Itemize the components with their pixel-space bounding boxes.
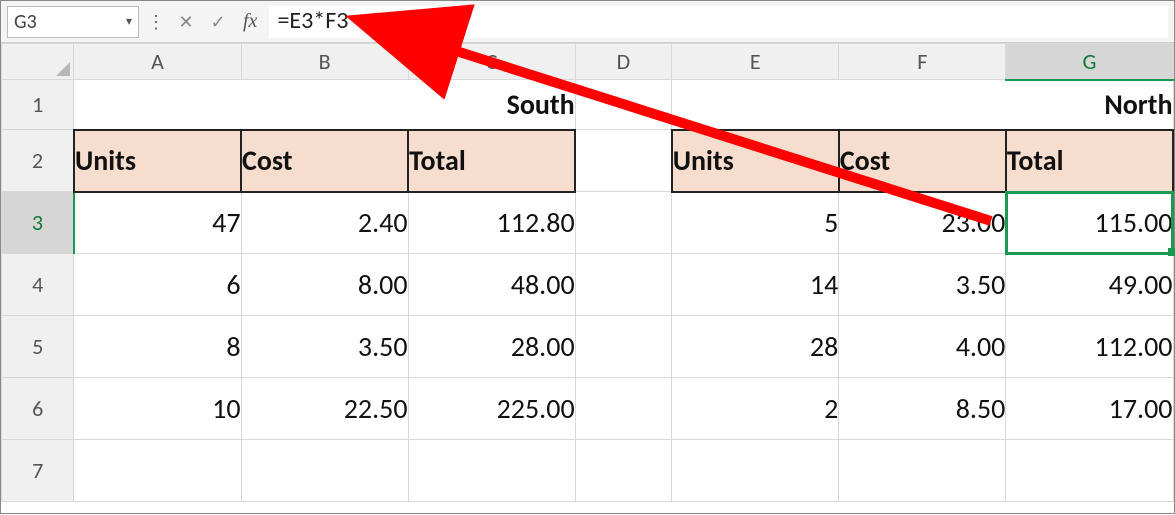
cell-D6[interactable] xyxy=(575,378,672,440)
col-header-A[interactable]: A xyxy=(74,44,241,80)
chevron-down-icon: ▾ xyxy=(126,14,132,29)
row-header-7[interactable]: 7 xyxy=(2,440,74,502)
cell-D2[interactable] xyxy=(575,130,672,192)
col-header-C[interactable]: C xyxy=(408,44,575,80)
cell-G5[interactable]: 112.00 xyxy=(1006,316,1173,378)
cell-G4[interactable]: 49.00 xyxy=(1006,254,1173,316)
check-icon: ✓ xyxy=(210,11,225,33)
name-box[interactable]: G3 ▾ xyxy=(7,6,139,38)
row-header-1[interactable]: 1 xyxy=(2,80,74,130)
cell-D4[interactable] xyxy=(575,254,672,316)
formula-bar-row: G3 ▾ ⋮ ✕ ✓ fx =E3*F3 xyxy=(1,1,1174,43)
cell-C5[interactable]: 28.00 xyxy=(408,316,575,378)
cancel-formula-button[interactable]: ✕ xyxy=(173,9,199,35)
spreadsheet-grid[interactable]: A B C D E F G 1 South North 2 Units Cost… xyxy=(1,43,1174,502)
cell-G6[interactable]: 17.00 xyxy=(1006,378,1173,440)
header-north-total[interactable]: Total xyxy=(1006,130,1173,192)
col-header-B[interactable]: B xyxy=(241,44,408,80)
row-header-4[interactable]: 4 xyxy=(2,254,74,316)
cell-D1[interactable] xyxy=(575,80,672,130)
cell-E6[interactable]: 2 xyxy=(672,378,839,440)
cell-C3[interactable]: 112.80 xyxy=(408,192,575,254)
cell-F4[interactable]: 3.50 xyxy=(839,254,1006,316)
cell-D5[interactable] xyxy=(575,316,672,378)
row-header-3[interactable]: 3 xyxy=(2,192,74,254)
cell-B3[interactable]: 2.40 xyxy=(241,192,408,254)
col-header-F[interactable]: F xyxy=(839,44,1006,80)
cell-F3[interactable]: 23.00 xyxy=(839,192,1006,254)
enter-formula-button[interactable]: ✓ xyxy=(205,9,231,35)
cell-C6[interactable]: 225.00 xyxy=(408,378,575,440)
fx-icon[interactable]: fx xyxy=(237,10,263,33)
cell-D7[interactable] xyxy=(575,440,672,502)
cell-E4[interactable]: 14 xyxy=(672,254,839,316)
col-header-E[interactable]: E xyxy=(672,44,839,80)
cell-G7[interactable] xyxy=(1006,440,1173,502)
cell-E5[interactable]: 28 xyxy=(672,316,839,378)
header-north-cost[interactable]: Cost xyxy=(839,130,1006,192)
cell-E3[interactable]: 5 xyxy=(672,192,839,254)
header-south-cost[interactable]: Cost xyxy=(241,130,408,192)
cell-C7[interactable] xyxy=(408,440,575,502)
cell-D3[interactable] xyxy=(575,192,672,254)
cell-A5[interactable]: 8 xyxy=(74,316,241,378)
cell-F6[interactable]: 8.50 xyxy=(839,378,1006,440)
region-title-south[interactable]: South xyxy=(74,80,575,130)
cell-E7[interactable] xyxy=(672,440,839,502)
col-header-D[interactable]: D xyxy=(575,44,672,80)
x-icon: ✕ xyxy=(178,11,193,33)
select-all-corner[interactable] xyxy=(2,44,74,80)
header-south-units[interactable]: Units xyxy=(74,130,241,192)
cell-B7[interactable] xyxy=(241,440,408,502)
cell-A6[interactable]: 10 xyxy=(74,378,241,440)
cell-A7[interactable] xyxy=(74,440,241,502)
cell-B5[interactable]: 3.50 xyxy=(241,316,408,378)
cell-F5[interactable]: 4.00 xyxy=(839,316,1006,378)
cell-C4[interactable]: 48.00 xyxy=(408,254,575,316)
cell-B4[interactable]: 8.00 xyxy=(241,254,408,316)
col-header-G[interactable]: G xyxy=(1006,44,1173,80)
header-north-units[interactable]: Units xyxy=(672,130,839,192)
cell-F7[interactable] xyxy=(839,440,1006,502)
cell-A3[interactable]: 47 xyxy=(74,192,241,254)
header-south-total[interactable]: Total xyxy=(408,130,575,192)
row-header-5[interactable]: 5 xyxy=(2,316,74,378)
cell-G3[interactable]: 115.00 xyxy=(1006,192,1173,254)
cell-B6[interactable]: 22.50 xyxy=(241,378,408,440)
region-title-north[interactable]: North xyxy=(672,80,1173,130)
formula-bar-input[interactable]: =E3*F3 xyxy=(269,6,1168,38)
separator-icon: ⋮ xyxy=(145,11,167,33)
name-box-value: G3 xyxy=(14,10,37,34)
row-header-6[interactable]: 6 xyxy=(2,378,74,440)
cell-A4[interactable]: 6 xyxy=(74,254,241,316)
row-header-2[interactable]: 2 xyxy=(2,130,74,192)
